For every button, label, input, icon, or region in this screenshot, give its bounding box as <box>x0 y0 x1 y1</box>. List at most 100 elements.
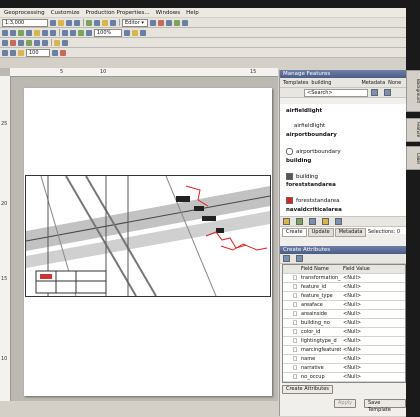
field-value-cell[interactable]: <Null> <box>341 337 405 345</box>
field-checkbox-icon[interactable]: □ <box>291 355 299 363</box>
select-features-icon[interactable] <box>34 29 40 36</box>
menu-help[interactable]: Help <box>186 10 199 16</box>
side-tab-label[interactable]: Label <box>406 146 420 170</box>
search-icon[interactable] <box>110 19 116 26</box>
bold-icon[interactable] <box>10 49 16 56</box>
menu-customize[interactable]: Customize <box>51 10 80 16</box>
sort-icon[interactable] <box>283 255 290 262</box>
fill-color-icon[interactable] <box>52 49 58 56</box>
list-item[interactable]: building <box>286 158 311 164</box>
field-value-cell[interactable]: <Null> <box>341 364 405 372</box>
list-item[interactable]: navaidcriticalarea <box>286 207 342 213</box>
list-item[interactable]: airportboundary <box>286 132 337 138</box>
field-checkbox-icon[interactable]: □ <box>291 364 299 372</box>
menu-production-properties[interactable]: Production Properties... <box>86 10 150 16</box>
menu-geoprocessing[interactable]: Geoprocessing <box>4 10 45 16</box>
attribute-row[interactable]: □ no_occup <Null> <box>283 373 405 382</box>
template-properties-icon[interactable] <box>309 218 316 225</box>
italic-icon[interactable] <box>18 49 24 56</box>
field-checkbox-icon[interactable]: □ <box>291 319 299 327</box>
edit-tool-icon[interactable] <box>150 19 156 26</box>
attribute-row[interactable]: □ color_id <Null> <box>283 328 405 337</box>
field-checkbox-icon[interactable]: □ <box>291 283 299 291</box>
full-extent-icon[interactable] <box>26 29 32 36</box>
zoom-whole-page-icon[interactable] <box>86 29 92 36</box>
side-tab-feature[interactable]: Feature <box>406 118 420 142</box>
vertices-icon[interactable] <box>166 19 172 26</box>
field-checkbox-icon[interactable]: □ <box>291 337 299 345</box>
side-tab-background[interactable]: Background <box>406 70 420 112</box>
pan-icon[interactable] <box>18 29 24 36</box>
snapping-icon[interactable] <box>182 19 188 26</box>
field-checkbox-icon[interactable]: □ <box>291 310 299 318</box>
list-item[interactable]: airfieldlight <box>294 123 325 129</box>
layout-pan-icon[interactable] <box>78 29 84 36</box>
select-elements-icon[interactable] <box>50 29 56 36</box>
organize-templates-icon[interactable] <box>283 218 290 225</box>
rectangle-icon[interactable] <box>10 39 16 46</box>
attribute-row[interactable]: □ building_no <Null> <box>283 319 405 328</box>
templates-tab[interactable]: Templates <box>283 80 308 86</box>
scale-select[interactable]: 1:3,000 <box>2 18 48 27</box>
create-attributes-button[interactable]: Create Attributes <box>282 385 333 394</box>
attribute-row[interactable]: □ name <Null> <box>283 355 405 364</box>
attribute-row[interactable]: □ transformation_ <Null> <box>283 274 405 283</box>
attribute-row[interactable]: □marcingfeatureti...<Null> <box>283 346 405 355</box>
draw-icon[interactable] <box>2 39 8 46</box>
grid-icon[interactable] <box>34 39 40 46</box>
zoom-in-icon[interactable] <box>2 29 8 36</box>
validate-icon[interactable] <box>62 39 68 46</box>
template-list[interactable]: airfieldlight airfieldlight airportbound… <box>280 104 406 234</box>
new-template-icon[interactable] <box>296 218 303 225</box>
attribute-row[interactable]: □ lightingtype_d <Null> <box>283 337 405 346</box>
field-value-cell[interactable]: <Null> <box>341 373 405 381</box>
text-icon[interactable] <box>18 39 24 46</box>
map-frame[interactable] <box>25 175 271 297</box>
attribute-row[interactable]: □ areaface <Null> <box>283 301 405 310</box>
identify-icon[interactable] <box>94 19 100 26</box>
list-item[interactable]: building <box>296 174 318 180</box>
zoom-out-icon[interactable] <box>10 29 16 36</box>
list-item[interactable]: foreststandarea <box>286 182 336 188</box>
tab-create[interactable]: Create <box>282 228 307 237</box>
line-color-icon[interactable] <box>60 49 66 56</box>
field-value-cell[interactable]: <Null> <box>341 355 405 363</box>
attributes-icon[interactable] <box>174 19 180 26</box>
field-checkbox-icon[interactable]: □ <box>291 292 299 300</box>
layout-view[interactable]: 5 10 15 25 20 15 10 <box>0 68 278 401</box>
zoom-percent-select[interactable]: 100% <box>94 28 122 37</box>
attribute-row[interactable]: □ feature_type <Null> <box>283 292 405 301</box>
save-template-button[interactable]: Save Template <box>364 399 406 413</box>
add-data-icon[interactable] <box>86 19 92 26</box>
field-checkbox-icon[interactable]: □ <box>291 373 299 381</box>
layer-tool-icon[interactable] <box>54 39 60 46</box>
template-search-input[interactable]: <Search> <box>304 88 368 97</box>
production-tool-icon[interactable] <box>42 39 48 46</box>
tab-update[interactable]: Update <box>307 228 334 237</box>
layout-zoom-out-icon[interactable] <box>70 29 76 36</box>
list-item[interactable]: airfieldlight <box>286 108 322 114</box>
list-item[interactable]: airportboundary <box>296 149 341 155</box>
field-checkbox-icon[interactable]: □ <box>291 346 299 354</box>
layout-zoom-in-icon[interactable] <box>62 29 68 36</box>
menu-windows[interactable]: Windows <box>156 10 181 16</box>
field-checkbox-icon[interactable]: □ <box>291 301 299 309</box>
field-value-cell[interactable]: <Null> <box>341 283 405 291</box>
save-icon[interactable] <box>66 19 72 26</box>
apply-button[interactable]: Apply <box>334 399 357 408</box>
field-checkbox-icon[interactable]: □ <box>291 328 299 336</box>
catalog-icon[interactable] <box>102 19 108 26</box>
list-item[interactable]: foreststandarea <box>296 198 339 204</box>
georeference-icon[interactable] <box>26 39 32 46</box>
tab-metadata[interactable]: Metadata <box>334 228 367 237</box>
new-icon[interactable] <box>50 19 56 26</box>
view-icon[interactable] <box>384 89 391 96</box>
change-layout-icon[interactable] <box>140 29 146 36</box>
editor-menu[interactable]: Editor ▾ <box>122 18 148 27</box>
clear-selection-icon[interactable] <box>42 29 48 36</box>
attribute-row[interactable]: □ areainside <Null> <box>283 310 405 319</box>
open-icon[interactable] <box>58 19 64 26</box>
rectangle-tool-icon[interactable] <box>335 218 342 225</box>
filter-fields-icon[interactable] <box>296 255 303 262</box>
attribute-row[interactable]: □ narrative <Null> <box>283 364 405 373</box>
